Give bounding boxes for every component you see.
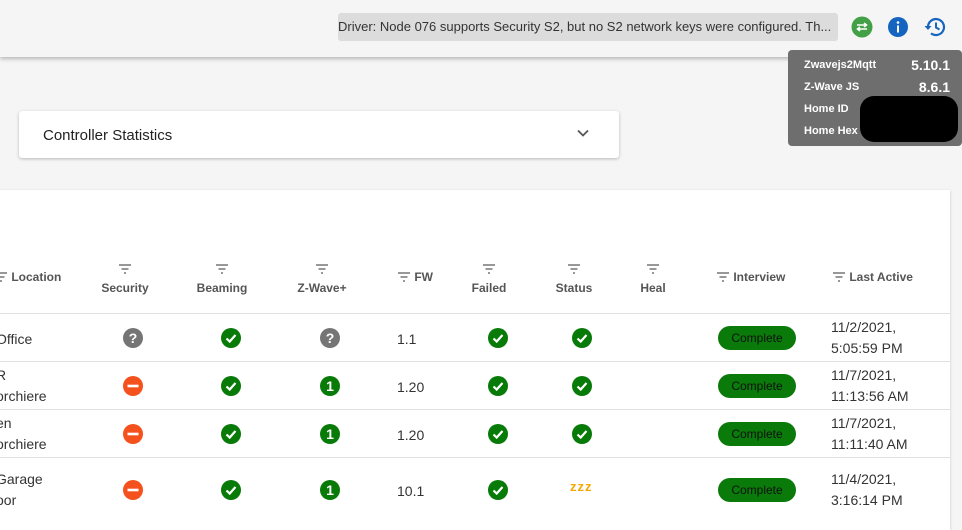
minus-circle-icon	[123, 424, 143, 444]
check-circle-icon	[488, 376, 508, 396]
check-circle-icon	[488, 328, 508, 348]
header-interview-label: Interview	[733, 270, 786, 284]
location-cell: orchiere	[0, 436, 47, 452]
svg-text:1: 1	[326, 426, 334, 442]
header-security-label: Security	[101, 281, 149, 295]
check-circle-icon	[221, 480, 241, 500]
interview-status-badge: Complete	[718, 478, 796, 502]
location-cell: orchiere	[0, 388, 47, 404]
header-heal-label: Heal	[640, 281, 666, 295]
header-heal[interactable]: Heal	[631, 263, 675, 295]
header-failed[interactable]: Failed	[466, 263, 512, 295]
filter-icon[interactable]	[397, 271, 411, 285]
last-active-date: 11/4/2021,	[831, 471, 897, 487]
row-divider	[0, 409, 950, 410]
last-active-time: 11:11:40 AM	[831, 436, 908, 452]
version-info-panel: Zwavejs2Mqtt 5.10.1 Z-Wave JS 8.6.1 Home…	[788, 50, 962, 146]
header-status-label: Status	[555, 281, 593, 295]
header-fw-label: FW	[414, 270, 433, 284]
minus-circle-icon	[123, 376, 143, 396]
history-icon[interactable]	[923, 16, 946, 38]
filter-icon[interactable]	[97, 263, 153, 277]
home-hex-label: Home Hex	[804, 125, 858, 137]
fw-cell: 1.20	[397, 379, 425, 395]
header-failed-label: Failed	[471, 281, 507, 295]
fw-cell: 1.1	[397, 331, 417, 347]
check-circle-icon	[221, 424, 241, 444]
filter-icon[interactable]	[190, 263, 254, 277]
header-status[interactable]: Status	[551, 263, 597, 295]
zwave-js-version: 8.6.1	[918, 79, 950, 95]
last-active-time: 11:13:56 AM	[831, 388, 909, 404]
location-cell: R	[0, 367, 7, 383]
filter-icon[interactable]	[0, 271, 8, 285]
number-one-icon: 1	[320, 480, 340, 500]
header-zwave-plus-label: Z-Wave+	[297, 281, 347, 295]
check-circle-icon	[221, 328, 241, 348]
interview-status-badge: Complete	[718, 326, 796, 350]
check-circle-icon	[572, 328, 592, 348]
svg-text:1: 1	[326, 482, 334, 498]
minus-circle-icon	[123, 480, 143, 500]
controller-statistics-title: Controller Statistics	[43, 127, 173, 144]
sync-icon[interactable]	[851, 16, 873, 38]
check-circle-icon	[488, 424, 508, 444]
row-divider	[0, 313, 950, 314]
svg-text:?: ?	[326, 330, 335, 346]
filter-icon[interactable]	[466, 263, 512, 277]
header-security[interactable]: Security	[97, 263, 153, 295]
interview-status-badge: Complete	[718, 422, 796, 446]
top-bar: Driver: Node 076 supports Security S2, b…	[0, 0, 962, 57]
last-active-time: 5:05:59 PM	[831, 340, 903, 356]
header-location[interactable]: Location	[0, 270, 61, 285]
last-active-date: 11/7/2021,	[831, 415, 897, 431]
header-last-active[interactable]: Last Active	[832, 270, 913, 285]
location-cell: en	[0, 415, 12, 431]
header-zwave-plus[interactable]: Z-Wave+	[290, 263, 354, 295]
info-icon[interactable]	[887, 16, 909, 38]
number-one-icon: 1	[320, 376, 340, 396]
fw-cell: 10.1	[397, 483, 425, 499]
filter-icon[interactable]	[832, 271, 846, 285]
location-cell: oor	[0, 492, 17, 508]
zwavejs2mqtt-label: Zwavejs2Mqtt	[804, 59, 877, 71]
driver-status-message[interactable]: Driver: Node 076 supports Security S2, b…	[338, 13, 838, 41]
header-fw[interactable]: FW	[397, 270, 433, 285]
filter-icon[interactable]	[631, 263, 675, 277]
question-icon: ?	[320, 328, 340, 348]
controller-statistics-panel[interactable]: Controller Statistics	[19, 111, 619, 158]
header-last-active-label: Last Active	[849, 270, 913, 284]
last-active-time: 3:16:14 PM	[831, 492, 903, 508]
sleep-icon: zzz	[570, 479, 593, 494]
redaction-block	[860, 96, 958, 142]
header-location-label: Location	[11, 270, 62, 284]
filter-icon[interactable]	[290, 263, 354, 277]
last-active-date: 11/2/2021,	[831, 319, 897, 335]
header-interview[interactable]: Interview	[716, 270, 785, 285]
header-beaming[interactable]: Beaming	[190, 263, 254, 295]
filter-icon[interactable]	[551, 263, 597, 277]
chevron-down-icon[interactable]	[575, 125, 591, 146]
filter-icon[interactable]	[716, 271, 730, 285]
check-circle-icon	[488, 480, 508, 500]
home-id-label: Home ID	[804, 103, 849, 115]
interview-status-badge: Complete	[718, 374, 796, 398]
number-one-icon: 1	[320, 424, 340, 444]
row-divider	[0, 361, 950, 362]
header-beaming-label: Beaming	[196, 281, 248, 295]
nodes-table: Location Security Beaming Z-Wave+ FW Fai…	[0, 190, 950, 530]
zwavejs2mqtt-version: 5.10.1	[911, 57, 950, 73]
fw-cell: 1.20	[397, 427, 425, 443]
question-icon: ?	[123, 328, 143, 348]
location-cell: Office	[0, 331, 33, 347]
location-cell: Garage	[0, 471, 43, 487]
row-divider	[0, 457, 950, 458]
check-circle-icon	[221, 376, 241, 396]
svg-text:1: 1	[326, 378, 334, 394]
check-circle-icon	[572, 376, 592, 396]
svg-text:?: ?	[129, 330, 138, 346]
last-active-date: 11/7/2021,	[831, 367, 897, 383]
check-circle-icon	[572, 424, 592, 444]
zwave-js-label: Z-Wave JS	[804, 81, 860, 93]
